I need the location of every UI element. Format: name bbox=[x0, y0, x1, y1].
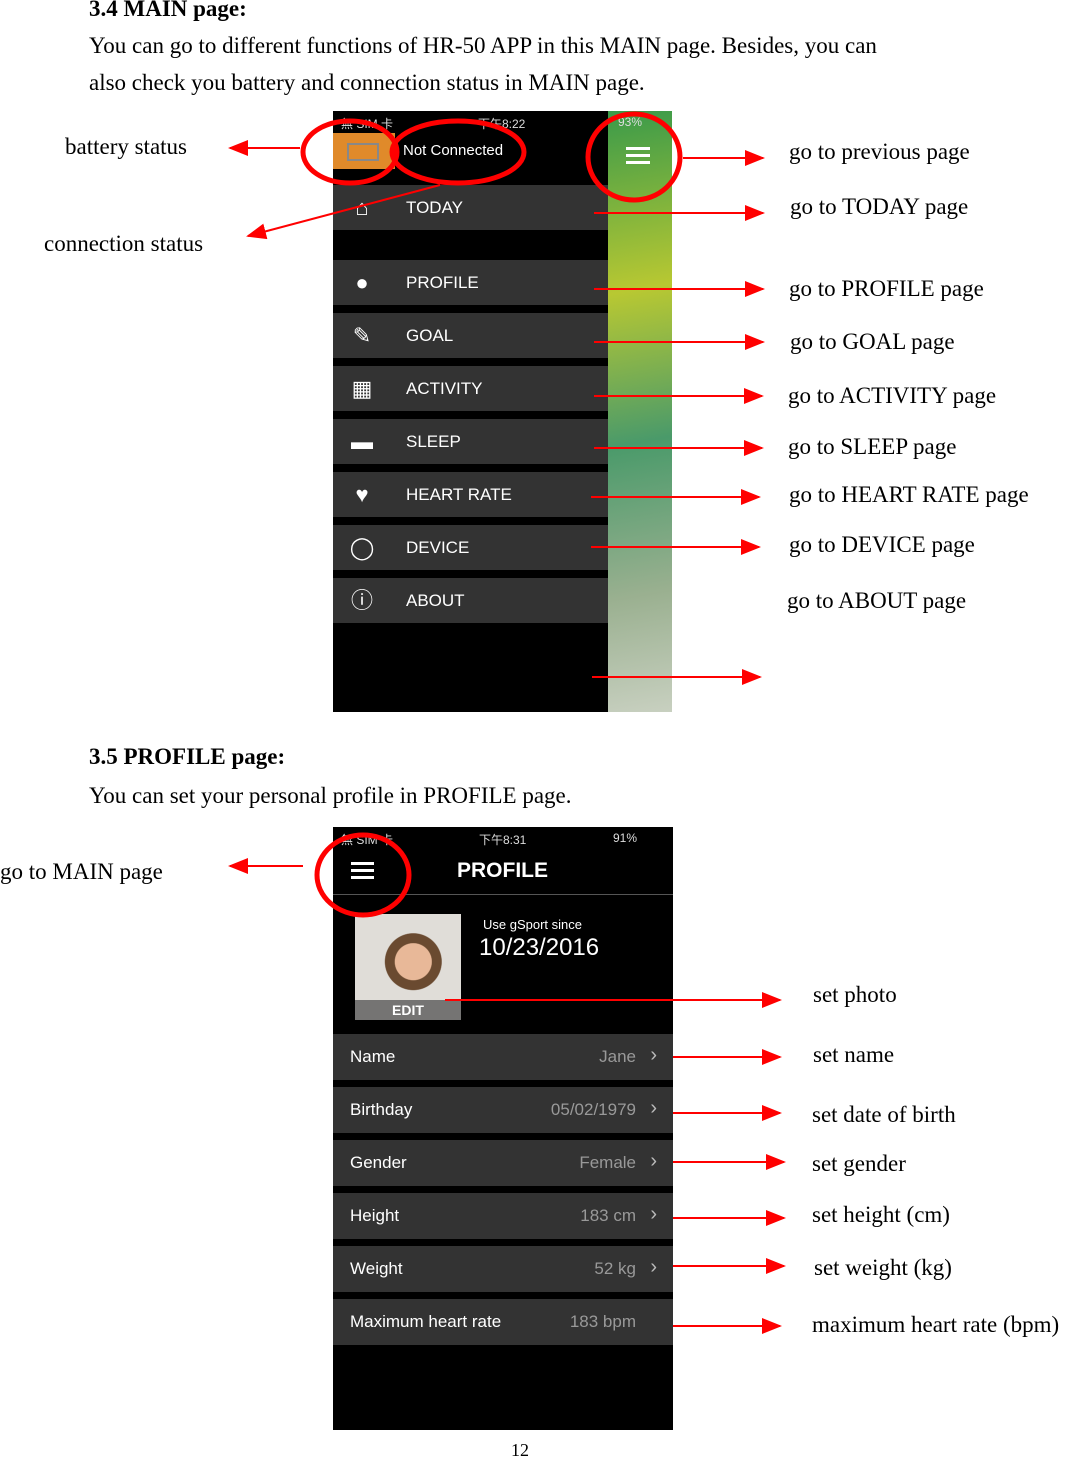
annotation-label: go to TODAY page bbox=[790, 194, 969, 219]
info-icon: ⓘ bbox=[350, 588, 373, 613]
main-screen-screenshot: 無 SIM 卡 下午8:22 93% Not Connected ⌂ TODAY ●… bbox=[333, 111, 672, 712]
heart-icon: ♥ bbox=[355, 482, 369, 507]
section-heading: 3.4 MAIN page: bbox=[89, 0, 247, 21]
annotation-label: go to DEVICE page bbox=[789, 532, 975, 557]
bed-icon: ▬ bbox=[351, 429, 373, 454]
goal-icon: ✎ bbox=[352, 323, 372, 348]
paragraph: You can go to different functions of HR-… bbox=[89, 33, 877, 58]
row-label: Maximum heart rate bbox=[350, 1312, 502, 1331]
chevron-right-icon: › bbox=[650, 1097, 657, 1119]
annotation-label: connection status bbox=[44, 231, 204, 256]
row-label: Height bbox=[350, 1206, 400, 1225]
annotation-label: set photo bbox=[813, 982, 897, 1007]
row-value: 183 bpm bbox=[569, 1312, 636, 1331]
status-carrier: 無 SIM 卡 bbox=[341, 117, 394, 131]
annotation-label: set name bbox=[813, 1042, 895, 1067]
status-carrier: 無 SIM 卡 bbox=[341, 833, 394, 847]
menu-item-profile[interactable]: ● PROFILE bbox=[333, 260, 608, 305]
menu-item-label: PROFILE bbox=[406, 273, 479, 292]
annotation-label: go to HEART RATE page bbox=[789, 482, 1029, 507]
menu-item-heart-rate[interactable]: ♥ HEART RATE bbox=[333, 472, 608, 517]
home-icon: ⌂ bbox=[355, 195, 369, 220]
since-date: 10/23/2016 bbox=[479, 934, 600, 961]
battery-status-icon[interactable] bbox=[333, 133, 395, 169]
menu-item-sleep[interactable]: ▬ SLEEP bbox=[333, 419, 608, 464]
menu-item-label: ABOUT bbox=[406, 591, 465, 610]
row-label: Weight bbox=[350, 1259, 403, 1278]
page-title: PROFILE bbox=[457, 859, 549, 882]
annotation-label: go to previous page bbox=[789, 139, 970, 164]
annotation-label: maximum heart rate (bpm) bbox=[812, 1312, 1060, 1337]
annotation-label: set gender bbox=[812, 1151, 906, 1176]
annotation-label: go to ACTIVITY page bbox=[788, 383, 997, 408]
annotation-label: set weight (kg) bbox=[814, 1255, 952, 1280]
profile-row-gender[interactable]: Gender Female › bbox=[333, 1140, 673, 1186]
annotation-label: go to PROFILE page bbox=[789, 276, 984, 301]
document-page: 3.4 MAIN page: You can go to different f… bbox=[0, 0, 1079, 1460]
band-icon: ◯ bbox=[349, 535, 375, 560]
annotation-label: go to MAIN page bbox=[0, 859, 163, 884]
menu-icon[interactable] bbox=[351, 862, 374, 879]
row-value: 52 kg bbox=[594, 1259, 636, 1278]
row-value: Jane bbox=[599, 1047, 636, 1066]
menu-item-goal[interactable]: ✎ GOAL bbox=[333, 313, 608, 358]
row-value: Female bbox=[579, 1153, 636, 1172]
profile-screen-screenshot: 無 SIM 卡 下午8:31 91% PROFILE EDIT Use gSpo… bbox=[333, 827, 673, 1430]
row-value: 183 cm bbox=[580, 1206, 636, 1225]
status-battery: 93% bbox=[618, 115, 643, 129]
profile-row-name[interactable]: Name Jane › bbox=[333, 1034, 673, 1080]
menu-item-label: SLEEP bbox=[406, 432, 461, 451]
annotation-label: set height (cm) bbox=[812, 1202, 950, 1227]
menu-item-label: DEVICE bbox=[406, 538, 470, 557]
paragraph: You can set your personal profile in PRO… bbox=[89, 783, 572, 808]
section-heading: 3.5 PROFILE page: bbox=[89, 744, 286, 769]
menu-item-device[interactable]: ◯ DEVICE bbox=[333, 525, 608, 570]
annotation-label: go to ABOUT page bbox=[787, 588, 967, 613]
row-label: Name bbox=[350, 1047, 396, 1066]
menu-item-label: TODAY bbox=[406, 198, 463, 217]
annotation-label: go to GOAL page bbox=[790, 329, 955, 354]
since-label: Use gSport since bbox=[483, 917, 582, 932]
person-icon: ● bbox=[355, 270, 369, 295]
status-time: 下午8:31 bbox=[479, 833, 527, 847]
background-peek bbox=[608, 111, 672, 712]
row-label: Gender bbox=[350, 1153, 407, 1172]
status-battery: 91% bbox=[613, 831, 638, 845]
profile-row-maximum-heart-rate[interactable]: Maximum heart rate 183 bpm bbox=[333, 1299, 673, 1345]
profile-photo[interactable]: EDIT bbox=[355, 914, 461, 1020]
menu-item-about[interactable]: ⓘ ABOUT bbox=[333, 578, 608, 623]
profile-row-weight[interactable]: Weight 52 kg › bbox=[333, 1246, 673, 1292]
chevron-right-icon: › bbox=[650, 1256, 657, 1278]
chevron-right-icon: › bbox=[650, 1150, 657, 1172]
menu-icon[interactable] bbox=[626, 147, 650, 164]
connection-status[interactable]: Not Connected bbox=[403, 142, 503, 159]
annotation-label: go to SLEEP page bbox=[788, 434, 957, 459]
menu-item-activity[interactable]: ▦ ACTIVITY bbox=[333, 366, 608, 411]
profile-row-birthday[interactable]: Birthday 05/02/1979 › bbox=[333, 1087, 673, 1133]
chevron-right-icon: › bbox=[650, 1203, 657, 1225]
profile-row-height[interactable]: Height 183 cm › bbox=[333, 1193, 673, 1239]
paragraph: also check you battery and connection st… bbox=[89, 70, 645, 95]
row-value: 05/02/1979 bbox=[550, 1100, 636, 1119]
page-number: 12 bbox=[511, 1440, 529, 1460]
menu-item-label: HEART RATE bbox=[406, 485, 512, 504]
calendar-icon: ▦ bbox=[351, 376, 373, 401]
chevron-right-icon: › bbox=[650, 1044, 657, 1066]
menu-item-today[interactable]: ⌂ TODAY bbox=[333, 185, 608, 230]
status-time: 下午8:22 bbox=[478, 117, 526, 131]
menu-item-label: GOAL bbox=[406, 326, 454, 345]
edit-photo-button[interactable]: EDIT bbox=[355, 1000, 461, 1020]
annotation-label: battery status bbox=[65, 134, 187, 159]
row-label: Birthday bbox=[350, 1100, 413, 1119]
annotation-label: set date of birth bbox=[812, 1102, 956, 1127]
menu-item-label: ACTIVITY bbox=[406, 379, 483, 398]
